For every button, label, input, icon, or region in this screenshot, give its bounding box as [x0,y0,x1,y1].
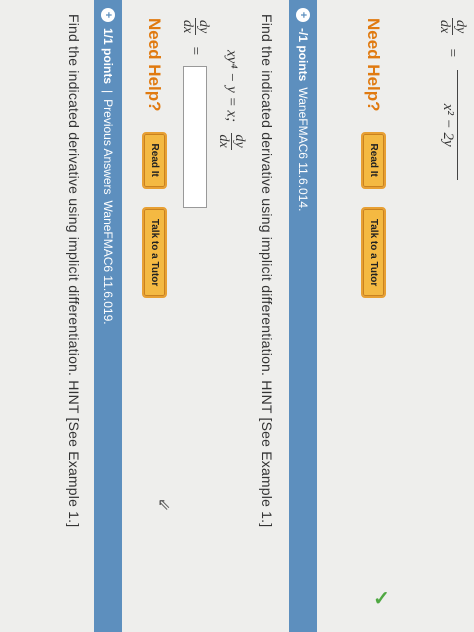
equation-row: xy⁴ − y = x; dy dx [216,50,247,150]
points-label: -/1 points [296,28,310,82]
derivative-denominator: dx [216,134,231,148]
previous-question: dy dx = x² − 2y ✓ Need Help? Read It Tal… [317,0,474,632]
cursor-icon: ⇖ [157,496,171,514]
need-help-label: Need Help? [145,18,165,112]
answer-row: dy dx = [180,18,211,209]
talk-to-tutor-button[interactable]: Talk to a Tutor [143,200,166,305]
separator: | [101,90,115,94]
help-row: Need Help? Read It Talk to a Tutor [143,18,166,318]
derivative-numerator: dy [231,132,247,150]
equation: xy⁴ − y = x; [223,50,240,123]
read-it-button[interactable]: Read It [143,128,166,192]
equals-sign: = [187,45,204,56]
derivative-numerator: dy [452,18,468,36]
derivative-fraction: dy dx [437,18,468,36]
question-source: WaneFMAC6 11.6.019. [101,200,115,325]
derivative-denominator: dx [437,20,452,34]
points-label: 1/1 points [101,28,115,85]
answer-derivative-fraction: dy dx [180,18,211,36]
equals-sign: = [444,47,461,58]
plus-icon[interactable]: + [101,8,115,22]
previous-answer-row: dy dx = x² − 2y [437,18,468,181]
question-header-2: + 1/1 points | Previous Answers WaneFMAC… [94,0,122,632]
question-prompt: Find the indicated derivative using impl… [66,14,82,528]
need-help-label: Need Help? [364,18,384,112]
webassign-page: dy dx = x² − 2y ✓ Need Help? Read It Tal… [0,0,474,632]
derivative-numerator: dy [195,18,211,36]
equation-derivative-fraction: dy dx [216,132,247,150]
previous-help-row: Need Help? Read It Talk to a Tutor [362,18,385,318]
previous-answers-link[interactable]: Previous Answers [101,99,115,194]
plus-icon[interactable]: + [296,8,310,22]
talk-to-tutor-button[interactable]: Talk to a Tutor [362,200,385,305]
question-prompt: Find the indicated derivative using impl… [259,14,275,528]
question-body-2: Find the indicated derivative using impl… [0,0,94,632]
answer-fraction: x² − 2y [439,70,466,181]
correct-check-icon: ✓ [373,587,390,610]
answer-denominator: x² − 2y [440,103,456,147]
question-source: WaneFMAC6 11.6.014. [296,87,310,212]
read-it-button[interactable]: Read It [362,128,385,192]
answer-input[interactable] [183,66,208,209]
derivative-denominator: dx [180,20,195,34]
question-header: + -/1 points WaneFMAC6 11.6.014. [289,0,317,632]
question-body: Find the indicated derivative using impl… [122,0,289,632]
